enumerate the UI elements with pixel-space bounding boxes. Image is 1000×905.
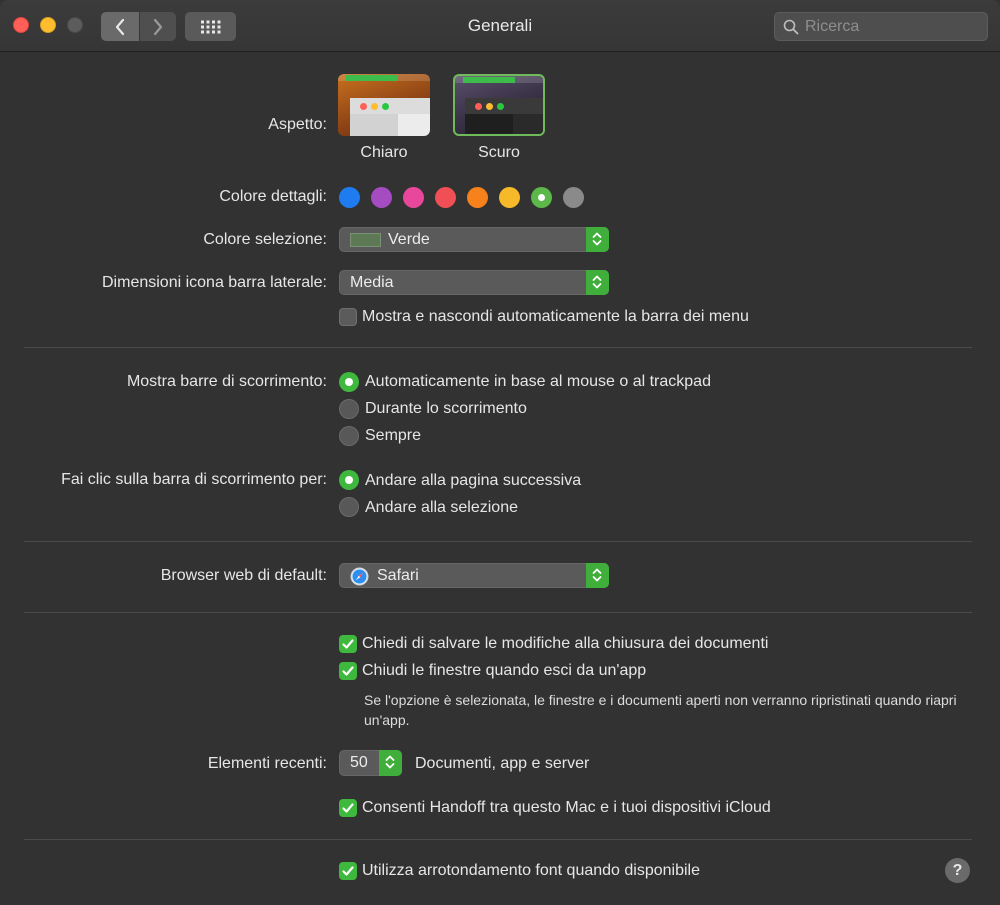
- close-windows-label[interactable]: Chiudi le finestre quando esci da un'app: [362, 662, 646, 680]
- radio-dot: [345, 476, 353, 484]
- swatch-selected-dot: [538, 194, 545, 201]
- popup-arrows: [379, 750, 402, 776]
- scrollbars-label: Mostra barre di scorrimento:: [126, 373, 327, 390]
- highlight-color-value: Verde: [388, 231, 430, 248]
- highlight-color-popup[interactable]: Verde: [339, 227, 609, 252]
- scroll-click-label: Fai clic sulla barra di scorrimento per:: [61, 471, 327, 488]
- recent-items-label: Elementi recenti:: [207, 755, 327, 772]
- popup-arrows: [586, 227, 609, 252]
- ask-save-label[interactable]: Chiedi di salvare le modifiche alla chiu…: [362, 635, 768, 653]
- thumb-accent-bar: [463, 77, 515, 83]
- thumb-dot: [371, 103, 378, 110]
- recent-items-value: 50: [350, 754, 368, 771]
- checkmark-icon: [342, 666, 354, 676]
- sidebar-icon-size-popup[interactable]: Media: [339, 270, 609, 295]
- accent-swatch-5[interactable]: [467, 187, 488, 208]
- thumb-window: [465, 98, 543, 134]
- title-bar: Generali: [0, 0, 1000, 52]
- jump-next-page-label[interactable]: Andare alla pagina successiva: [365, 472, 581, 490]
- handoff-label[interactable]: Consenti Handoff tra questo Mac e i tuoi…: [362, 799, 771, 817]
- thumb-dot: [360, 103, 367, 110]
- font-smoothing-label[interactable]: Utilizza arrotondamento font quando disp…: [362, 862, 700, 880]
- popup-arrows: [586, 270, 609, 295]
- jump-here-label[interactable]: Andare alla selezione: [365, 499, 518, 517]
- accent-color-label: Colore dettagli:: [219, 188, 327, 205]
- menubar-autohide-checkbox[interactable]: [339, 308, 357, 326]
- preferences-window: Generali Aspetto: Chiaro Scuro C: [0, 0, 1000, 905]
- default-browser-label: Browser web di default:: [160, 567, 327, 584]
- radio-scroll-always[interactable]: [339, 426, 359, 446]
- chevron-updown-icon: [592, 568, 602, 582]
- accent-swatch-1[interactable]: [339, 187, 360, 208]
- chevron-updown-icon: [385, 755, 395, 769]
- scroll-automatic-label[interactable]: Automaticamente in base al mouse o al tr…: [365, 373, 711, 391]
- search-input[interactable]: [805, 16, 981, 37]
- appearance-dark-thumbnail[interactable]: [453, 74, 545, 136]
- search-box[interactable]: [774, 12, 988, 41]
- search-icon: [783, 19, 799, 35]
- separator: [24, 347, 972, 348]
- separator: [24, 541, 972, 542]
- scroll-always-label[interactable]: Sempre: [365, 427, 421, 445]
- safari-icon: [350, 567, 369, 586]
- accent-swatch-6[interactable]: [499, 187, 520, 208]
- appearance-light-label[interactable]: Chiaro: [338, 144, 430, 162]
- checkmark-icon: [342, 866, 354, 876]
- close-windows-checkbox[interactable]: [339, 662, 357, 680]
- thumb-sidebar: [465, 114, 513, 134]
- appearance-light-thumbnail[interactable]: [338, 74, 430, 136]
- scroll-when-scrolling-label[interactable]: Durante lo scorrimento: [365, 400, 527, 418]
- thumb-window: [350, 98, 430, 136]
- thumb-dot: [497, 103, 504, 110]
- default-browser-value: Safari: [377, 567, 419, 584]
- ask-save-checkbox[interactable]: [339, 635, 357, 653]
- handoff-checkbox[interactable]: [339, 799, 357, 817]
- menubar-autohide-label[interactable]: Mostra e nascondi automaticamente la bar…: [362, 308, 749, 326]
- separator: [24, 612, 972, 613]
- chevron-updown-icon: [592, 232, 602, 246]
- help-button[interactable]: ?: [945, 858, 970, 883]
- thumb-sidebar: [350, 114, 398, 136]
- checkmark-icon: [342, 803, 354, 813]
- radio-dot: [345, 378, 353, 386]
- recent-items-suffix: Documenti, app e server: [415, 755, 590, 772]
- sidebar-icon-size-label: Dimensioni icona barra laterale:: [102, 274, 327, 291]
- thumb-dot: [475, 103, 482, 110]
- font-smoothing-checkbox[interactable]: [339, 862, 357, 880]
- radio-jump-next-page[interactable]: [339, 470, 359, 490]
- appearance-label: Aspetto:: [268, 116, 327, 133]
- accent-swatch-7[interactable]: [531, 187, 552, 208]
- thumb-accent-bar: [346, 75, 398, 81]
- accent-swatch-8[interactable]: [563, 187, 584, 208]
- radio-scroll-when-scrolling[interactable]: [339, 399, 359, 419]
- highlight-color-chip: [350, 233, 381, 247]
- sidebar-icon-size-value: Media: [350, 274, 394, 291]
- popup-arrows: [586, 563, 609, 588]
- separator: [24, 839, 972, 840]
- radio-jump-here[interactable]: [339, 497, 359, 517]
- accent-swatch-4[interactable]: [435, 187, 456, 208]
- chevron-updown-icon: [592, 275, 602, 289]
- accent-swatch-2[interactable]: [371, 187, 392, 208]
- thumb-dot: [486, 103, 493, 110]
- close-windows-note: Se l'opzione è selezionata, le finestre …: [364, 692, 957, 728]
- thumb-dot: [382, 103, 389, 110]
- accent-swatch-3[interactable]: [403, 187, 424, 208]
- highlight-color-label: Colore selezione:: [203, 231, 327, 248]
- recent-items-popup[interactable]: 50: [339, 750, 402, 776]
- radio-scroll-automatic[interactable]: [339, 372, 359, 392]
- appearance-dark-label[interactable]: Scuro: [453, 144, 545, 162]
- checkmark-icon: [342, 639, 354, 649]
- default-browser-popup[interactable]: Safari: [339, 563, 609, 588]
